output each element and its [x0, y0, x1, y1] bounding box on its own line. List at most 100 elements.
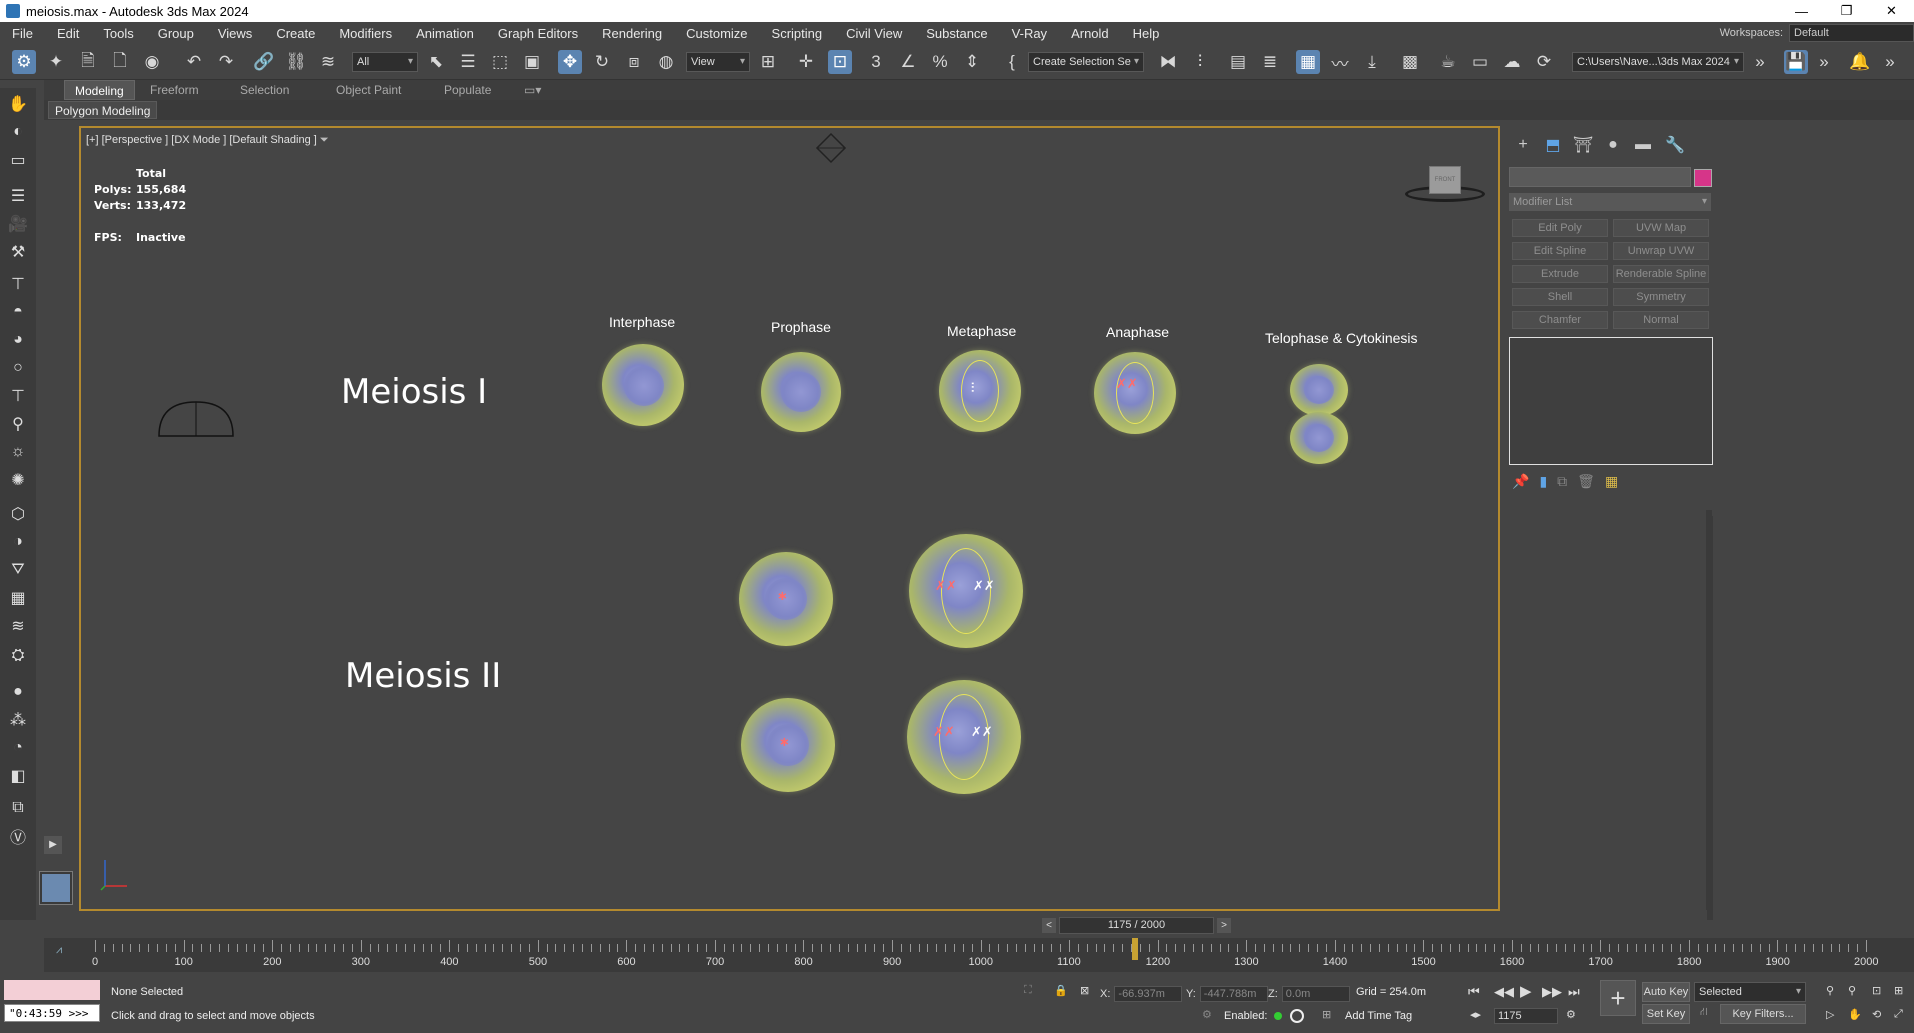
chamfer-button[interactable]: Chamfer	[1512, 311, 1608, 329]
edit-named-selection-icon[interactable]: {	[1000, 50, 1024, 74]
timeline-playhead[interactable]	[1132, 938, 1139, 960]
snaps-toggle-icon[interactable]: 3	[864, 50, 888, 74]
spinner-snap-icon[interactable]: ⇕	[960, 50, 984, 74]
menu-views[interactable]: Views	[206, 26, 264, 41]
vray-icon[interactable]: ⛭	[6, 644, 30, 668]
meiosis-2-prophase-cell-bottom[interactable]: ∗	[741, 698, 835, 792]
zoom-extents-icon[interactable]: ⊡	[1872, 984, 1881, 997]
place-icon[interactable]: ◍	[654, 50, 678, 74]
shell-button[interactable]: Shell	[1512, 288, 1608, 306]
pin-stack-icon[interactable]: 📌	[1512, 473, 1529, 490]
display-tab-icon[interactable]: ▬	[1632, 134, 1654, 156]
mirror-icon[interactable]: ⧓	[1156, 50, 1180, 74]
previous-frame-icon[interactable]: ◀◀	[1494, 984, 1514, 1000]
absolute-mode-icon[interactable]: ⊠	[1080, 984, 1089, 997]
add-time-tag[interactable]: Add Time Tag	[1345, 1010, 1412, 1022]
extrude-button[interactable]: Extrude	[1512, 265, 1608, 283]
maximize-button[interactable]: ❐	[1824, 0, 1869, 22]
hierarchy-tab-icon[interactable]: ⛩	[1572, 134, 1594, 156]
next-frame-icon[interactable]: ▶▶	[1542, 984, 1562, 1000]
multi-material-icon[interactable]: ⁂	[6, 708, 30, 732]
scale-icon[interactable]: ⧈	[622, 50, 646, 74]
polygon-modeling-panel[interactable]: Polygon Modeling	[48, 101, 158, 119]
field-of-view-icon[interactable]: ▷	[1826, 1008, 1834, 1021]
move-icon[interactable]: ✥	[558, 50, 582, 74]
time-next-button[interactable]: >	[1217, 918, 1231, 933]
edit-poly-button[interactable]: Edit Poly	[1512, 219, 1608, 237]
bulb-icon[interactable]: ⚲	[6, 412, 30, 436]
menu-civil-view[interactable]: Civil View	[834, 26, 914, 41]
bind-space-warp-icon[interactable]: ≋	[316, 50, 340, 74]
object-color-swatch[interactable]	[1694, 169, 1712, 187]
viewport-right-scrollbar[interactable]	[1706, 510, 1712, 910]
maximize-viewport-icon[interactable]: ⤢	[1894, 1008, 1903, 1021]
orbit-view-icon[interactable]: ⟲	[1872, 1008, 1881, 1021]
menu-edit[interactable]: Edit	[45, 26, 91, 41]
more-icon[interactable]: »	[1878, 50, 1902, 74]
play-icon[interactable]: ▶	[1520, 982, 1532, 1000]
render-icon[interactable]: ⧉	[6, 796, 30, 820]
zoom-icon[interactable]: ⚲	[1826, 984, 1834, 997]
viewport-label[interactable]: [+] [Perspective ] [DX Mode ] [Default S…	[86, 134, 329, 147]
viewcube[interactable]: FRONT	[1405, 166, 1485, 206]
box-icon[interactable]: ⬡	[6, 502, 30, 526]
uvw-map-button[interactable]: UVW Map	[1613, 219, 1709, 237]
dome-object-icon[interactable]	[157, 400, 235, 440]
viewcube-face[interactable]: FRONT	[1429, 166, 1461, 194]
set-key-button[interactable]: Set Key	[1642, 1004, 1690, 1024]
vray-logo-icon[interactable]: Ⓥ	[6, 824, 30, 848]
modifier-list-dropdown[interactable]: Modifier List	[1509, 193, 1711, 211]
y-coordinate-field[interactable]: -447.788m	[1199, 986, 1268, 1002]
workspaces-dropdown[interactable]: Default	[1789, 24, 1914, 42]
time-tag-toggle-icon[interactable]	[1290, 1009, 1304, 1023]
ribbon-tab-freeform[interactable]: Freeform	[140, 80, 209, 100]
menu-customize[interactable]: Customize	[674, 26, 759, 41]
project-path-dropdown[interactable]: C:\Users\Nave...\3ds Max 2024	[1572, 52, 1744, 72]
select-icon[interactable]: ✋	[6, 92, 30, 116]
menu-create[interactable]: Create	[264, 26, 327, 41]
menu-scripting[interactable]: Scripting	[760, 26, 835, 41]
meiosis-2-metaphase-cell-top[interactable]: ✗✗ ✗✗	[909, 534, 1023, 648]
rotate-icon[interactable]: ↻	[590, 50, 614, 74]
selection-filter-dropdown[interactable]: All	[352, 52, 418, 72]
modifier-stack[interactable]	[1509, 337, 1713, 465]
render-setup-icon[interactable]: ☕	[1436, 50, 1460, 74]
layer-explorer-icon[interactable]: ≣	[1258, 50, 1282, 74]
list-icon[interactable]: ☰	[6, 184, 30, 208]
utilities-tab-icon[interactable]: 🔧	[1664, 134, 1686, 156]
telophase-cell-bottom[interactable]	[1290, 412, 1348, 464]
remove-modifier-icon[interactable]: 🗑	[1577, 473, 1595, 490]
menu-substance[interactable]: Substance	[914, 26, 999, 41]
meiosis-2-metaphase-cell-bottom[interactable]: ✗✗ ✗✗	[907, 680, 1021, 794]
symmetry-button[interactable]: Symmetry	[1613, 288, 1709, 306]
toggle-scene-explorer-icon[interactable]: ▤	[1226, 50, 1250, 74]
close-button[interactable]: ✕	[1869, 0, 1914, 22]
select-manipulate-icon[interactable]: ✛	[794, 50, 818, 74]
align-icon[interactable]: ⫶	[1188, 50, 1212, 74]
z-coordinate-field[interactable]: 0.0m	[1281, 986, 1350, 1002]
menu-arnold[interactable]: Arnold	[1059, 26, 1121, 41]
menu-vray[interactable]: V-Ray	[1000, 26, 1059, 41]
angle-snap-icon[interactable]: ∠	[896, 50, 920, 74]
keyboard-shortcut-override-icon[interactable]: ⊡	[828, 50, 852, 74]
unwrap-uvw-button[interactable]: Unwrap UVW	[1613, 242, 1709, 260]
rendered-frame-window-icon[interactable]: ▭	[1468, 50, 1492, 74]
sky-icon[interactable]: ✺	[6, 468, 30, 492]
curve-editor-icon[interactable]: 〰	[1328, 50, 1352, 74]
auto-key-button[interactable]: Auto Key	[1642, 982, 1690, 1002]
interphase-cell[interactable]	[602, 344, 684, 426]
normal-button[interactable]: Normal	[1613, 311, 1709, 329]
make-unique-icon[interactable]: ⧉	[1557, 473, 1567, 490]
ribbon-tab-modeling[interactable]: Modeling	[64, 80, 135, 100]
render-cloud-icon[interactable]: ⟳	[1532, 50, 1556, 74]
spot-icon[interactable]: ⊤	[6, 384, 30, 408]
material-editor-icon[interactable]: ▩	[1398, 50, 1422, 74]
save-file-icon[interactable]: 🗋	[108, 50, 132, 74]
key-filters-button[interactable]: Key Filters...	[1720, 1004, 1806, 1024]
time-slider-thumb[interactable]: < 1175 / 2000 >	[1042, 917, 1231, 934]
edit-spline-button[interactable]: Edit Spline	[1512, 242, 1608, 260]
filter-icon[interactable]: ⏷	[320, 134, 329, 146]
metaphase-cell[interactable]: ⫶	[939, 350, 1021, 432]
viewport-layout-icon[interactable]	[39, 871, 73, 905]
menu-help[interactable]: Help	[1121, 26, 1172, 41]
